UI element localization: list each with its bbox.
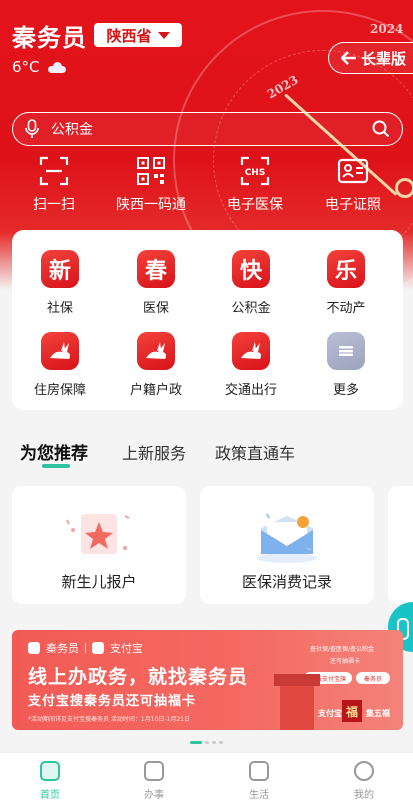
banner-subline: 支付宝搜秦务员还可抽福卡 xyxy=(28,694,197,709)
carousel-dot xyxy=(219,741,223,744)
search-input[interactable]: 公积金 xyxy=(51,119,372,139)
service-badge-icon: 新 xyxy=(41,250,79,288)
banner-logo-right: 支付宝 xyxy=(110,642,143,655)
bag-icon xyxy=(249,761,269,781)
tab-policy[interactable]: 政策直通车 xyxy=(215,440,295,464)
quick-action-label: 扫一扫 xyxy=(33,197,75,213)
rabbit-icon xyxy=(41,332,79,370)
cloud-icon xyxy=(47,61,66,73)
alipay-logo-icon xyxy=(92,642,104,654)
medical-insurance-icon: CHS xyxy=(239,155,271,187)
chevron-down-icon xyxy=(157,31,170,39)
tab-active-indicator xyxy=(42,464,70,468)
service-household-registration[interactable]: 户籍户政 xyxy=(108,332,204,398)
banner-pill-right: 秦务员 xyxy=(356,672,390,684)
service-housing-fund[interactable]: 快 公积金 xyxy=(203,250,299,316)
banner-headline: 线上办政务，就找秦务员 xyxy=(28,666,249,688)
service-label: 户籍户政 xyxy=(129,383,182,398)
qinwuyuan-logo-icon xyxy=(28,642,40,654)
quick-action-qrcode[interactable]: 陕西一码通 xyxy=(101,155,201,214)
service-badge-icon: 乐 xyxy=(327,250,365,288)
nav-label: 办事 xyxy=(144,790,164,801)
service-real-estate[interactable]: 乐 不动产 xyxy=(298,250,394,316)
nav-label: 首页 xyxy=(40,790,60,801)
elder-mode-button[interactable]: 长辈版 xyxy=(328,42,413,74)
recommend-card-newborn[interactable]: 新生儿报户 xyxy=(12,486,186,604)
document-icon xyxy=(144,761,164,781)
temperature: 6°C xyxy=(12,58,40,76)
service-label: 医保 xyxy=(142,301,169,316)
recommend-label: 新生儿报户 xyxy=(61,573,137,591)
province-label: 陕西省 xyxy=(106,26,152,45)
banner-right-line2: 还可抽福卡 xyxy=(330,658,361,665)
pagoda-illustration xyxy=(274,674,320,730)
quick-action-label: 电子医保 xyxy=(227,197,283,213)
service-label: 公积金 xyxy=(231,301,271,316)
service-label: 不动产 xyxy=(326,301,366,316)
rabbit-icon xyxy=(232,332,270,370)
quick-action-idcard[interactable]: 电子证照 xyxy=(303,155,403,214)
nav-label: 我的 xyxy=(354,790,374,801)
recommend-card-medical-record[interactable]: 医保消费记录 xyxy=(200,486,374,604)
nav-mine[interactable]: 我的 xyxy=(334,761,394,801)
service-label: 交通出行 xyxy=(224,383,277,398)
tab-recommended[interactable]: 为您推荐 xyxy=(20,439,88,464)
elder-mode-label: 长辈版 xyxy=(361,49,407,68)
divider xyxy=(85,643,86,653)
back-arrow-icon xyxy=(341,51,356,65)
service-social-security[interactable]: 新 社保 xyxy=(12,250,108,316)
carousel-dot xyxy=(205,741,209,744)
service-badge-icon: 快 xyxy=(232,250,270,288)
newborn-icon xyxy=(66,514,130,554)
promo-banner[interactable]: 秦务员 支付宝 线上办政务，就找秦务员 支付宝搜秦务员还可抽福卡 *活动期间详见… xyxy=(12,630,403,730)
nav-home[interactable]: 首页 xyxy=(20,761,80,801)
carousel-indicator xyxy=(190,741,223,744)
service-housing-security[interactable]: 住房保障 xyxy=(12,332,108,398)
tab-new-services[interactable]: 上新服务 xyxy=(122,440,186,464)
mail-record-icon xyxy=(257,513,317,563)
menu-icon: ≡ xyxy=(327,332,365,370)
quick-action-label: 电子证照 xyxy=(325,197,381,213)
service-label: 社保 xyxy=(46,301,73,316)
rabbit-icon xyxy=(137,332,175,370)
banner-note: *活动期间详见支付宝搜秦务员 活动时间：1月10日-1月21日 xyxy=(28,716,190,723)
app-title: 秦务员 xyxy=(12,24,87,52)
qr-code-icon xyxy=(135,155,167,187)
banner-bottom-right: 集五福 xyxy=(366,709,390,718)
weather: 6°C xyxy=(12,58,66,76)
nav-life[interactable]: 生活 xyxy=(229,761,289,801)
carousel-dot-active xyxy=(190,741,202,744)
carousel-dot xyxy=(212,741,216,744)
service-transport[interactable]: 交通出行 xyxy=(203,332,299,398)
service-label: 更多 xyxy=(332,383,359,398)
banner-right-line1: 查社保/查医保/查公积金 xyxy=(310,646,375,653)
profile-icon xyxy=(354,761,374,781)
quick-action-medical[interactable]: CHS 电子医保 xyxy=(205,155,305,214)
search-bar[interactable]: 公积金 xyxy=(12,112,403,146)
recommend-label: 医保消费记录 xyxy=(241,573,332,591)
deco-year-top: 2024 xyxy=(370,22,404,36)
services-card: 新 社保 春 医保 快 公积金 乐 不动产 住房保障 户籍户政 交通出行 ≡ 更… xyxy=(12,230,403,410)
banner-bottom-left: 支付宝 xyxy=(318,709,342,718)
fu-card-icon: 福 xyxy=(342,700,362,722)
province-selector[interactable]: 陕西省 xyxy=(94,23,182,47)
id-card-icon xyxy=(337,155,369,187)
service-medical-insurance[interactable]: 春 医保 xyxy=(108,250,204,316)
service-more[interactable]: ≡ 更多 xyxy=(298,332,394,398)
service-badge-icon: 春 xyxy=(137,250,175,288)
scan-icon xyxy=(38,155,70,187)
nav-services[interactable]: 办事 xyxy=(124,761,184,801)
nav-label: 生活 xyxy=(249,790,269,801)
bottom-navigation: 首页 办事 生活 我的 xyxy=(0,752,413,806)
service-label: 住房保障 xyxy=(33,383,86,398)
home-icon xyxy=(40,761,60,781)
recommend-card-partial[interactable] xyxy=(388,486,413,604)
quick-action-label: 陕西一码通 xyxy=(116,197,186,213)
banner-logos: 秦务员 支付宝 xyxy=(28,640,143,656)
svg-text:CHS: CHS xyxy=(245,168,266,178)
quick-action-scan[interactable]: 扫一扫 xyxy=(4,155,104,214)
search-icon[interactable] xyxy=(372,120,390,138)
banner-logo-left: 秦务员 xyxy=(46,642,79,655)
microphone-icon[interactable] xyxy=(25,119,39,139)
